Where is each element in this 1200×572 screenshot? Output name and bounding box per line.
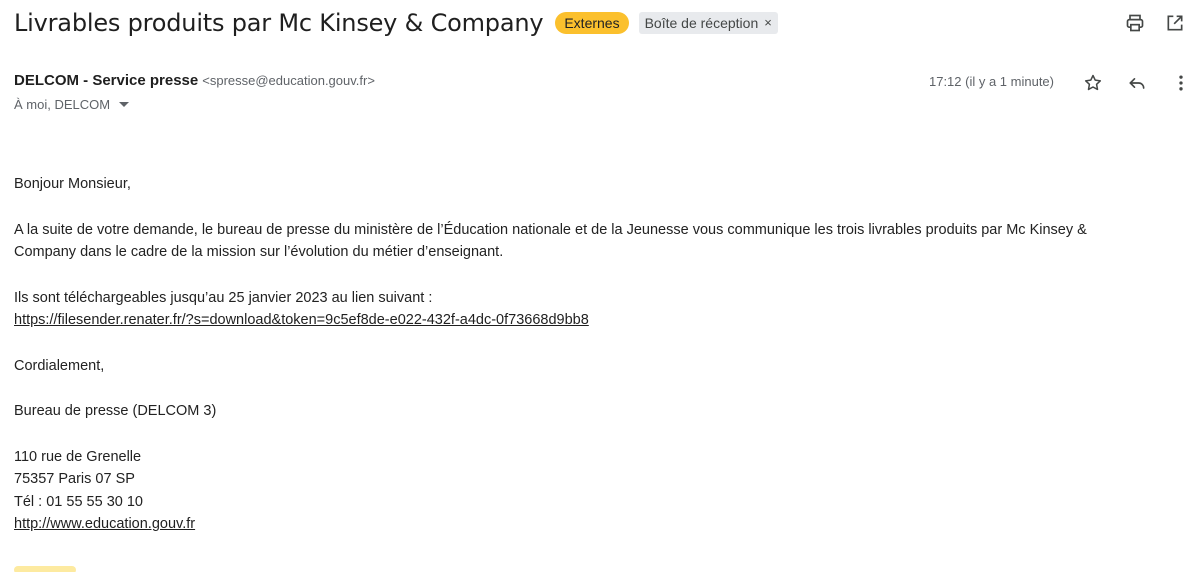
download-intro: Ils sont téléchargeables jusqu’au 25 jan… <box>14 289 433 306</box>
attachment-chip-partial[interactable] <box>14 566 76 572</box>
body-paragraph-line: Company dans le cadre de la mission sur … <box>14 244 504 260</box>
more-vert-icon[interactable] <box>1170 72 1192 94</box>
address-line: 110 rue de Grenelle <box>14 448 142 465</box>
message-body: Bonjour Monsieur, A la suite de votre de… <box>14 173 1174 536</box>
sender-name[interactable]: DELCOM - Service presse <box>14 72 198 89</box>
sender-row: DELCOM - Service presse <spresse@educati… <box>14 72 375 89</box>
closing: Cordialement, <box>14 357 105 374</box>
signature-name: Bureau de presse (DELCOM 3) <box>14 403 217 419</box>
website-link[interactable]: http://www.education.gouv.fr <box>14 516 195 532</box>
print-icon[interactable] <box>1124 12 1146 34</box>
open-in-new-icon[interactable] <box>1164 12 1186 34</box>
address-line: 75357 Paris 07 SP <box>14 471 135 487</box>
download-link[interactable]: https://filesender.renater.fr/?s=downloa… <box>14 312 589 328</box>
sender-email: <spresse@education.gouv.fr> <box>202 73 375 88</box>
body-paragraph-line: A la suite de votre demande, le bureau d… <box>14 221 1087 238</box>
reply-icon[interactable] <box>1126 72 1148 94</box>
phone-line: Tél : 01 55 55 30 10 <box>14 493 143 510</box>
subject-row: Livrables produits par Mc Kinsey & Compa… <box>14 6 778 40</box>
recipients-toggle[interactable]: À moi, DELCOM <box>14 97 130 112</box>
inbox-label-text: Boîte de réception <box>644 15 759 31</box>
chevron-down-icon[interactable] <box>119 102 130 107</box>
email-view: Livrables produits par Mc Kinsey & Compa… <box>0 0 1200 572</box>
remove-label-icon[interactable]: × <box>764 13 772 33</box>
message-actions <box>1082 72 1192 94</box>
externes-badge: Externes <box>555 12 629 34</box>
message-time: 17:12 (il y a 1 minute) <box>928 74 1054 89</box>
recipients-text: À moi, DELCOM <box>14 97 111 112</box>
star-icon[interactable] <box>1082 72 1104 94</box>
thread-actions <box>1124 12 1186 34</box>
email-subject: Livrables produits par Mc Kinsey & Compa… <box>14 9 544 37</box>
greeting: Bonjour Monsieur, <box>14 176 131 192</box>
inbox-label-chip[interactable]: Boîte de réception × <box>638 12 778 34</box>
